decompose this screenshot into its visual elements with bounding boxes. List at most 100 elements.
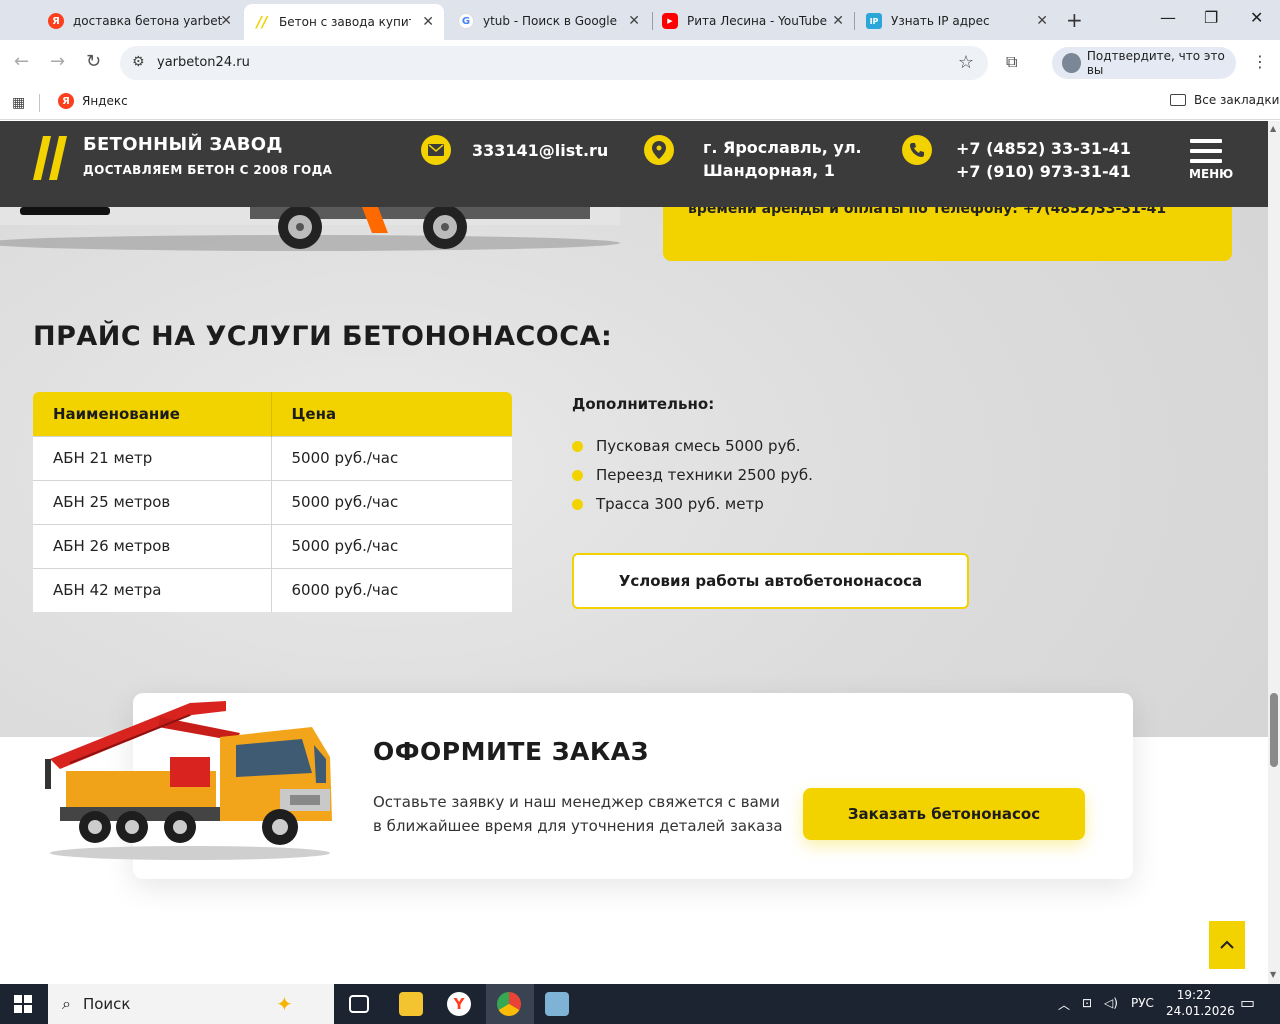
price-title: ПРАЙС НА УСЛУГИ БЕТОНОНАСОСА:: [33, 321, 613, 352]
chevron-up-icon: [1220, 940, 1234, 949]
table-row: АБН 25 метров 5000 руб./час: [33, 479, 512, 524]
tab-google-search[interactable]: G ytub - Поиск в Google ✕: [448, 6, 650, 36]
location-pin-icon: [644, 135, 674, 165]
scroll-to-top-button[interactable]: [1209, 921, 1245, 969]
column-header-price: Цена: [271, 392, 512, 436]
brand-title[interactable]: БЕТОННЫЙ ЗАВОД: [83, 134, 283, 155]
taskbar-search-placeholder: Поиск: [82, 995, 131, 1013]
search-icon: ⌕: [62, 994, 71, 1013]
scrollbar-thumb[interactable]: [1270, 693, 1278, 767]
table-row: АБН 26 метров 5000 руб./час: [33, 523, 512, 568]
tab-yandex-search[interactable]: Я доставка бетона yarbeton ✕: [38, 6, 242, 36]
tab-title: Узнать IP адрес: [891, 14, 990, 28]
bullet-dot-icon: [572, 499, 583, 510]
new-tab-plus-icon[interactable]: +: [1066, 8, 1083, 32]
cell-name: АБН 26 метров: [33, 523, 272, 568]
price-table: Наименование Цена АБН 21 метр 5000 руб./…: [33, 392, 512, 612]
all-bookmarks-button[interactable]: Все закладки: [1170, 93, 1279, 107]
list-item-text: Переезд техники 2500 руб.: [596, 466, 813, 484]
tab-ip-address[interactable]: IP Узнать IP адрес ✕: [856, 6, 1058, 36]
header-email[interactable]: 333141@list.ru: [472, 139, 608, 162]
column-header-name: Наименование: [33, 392, 272, 436]
page-scrollbar[interactable]: ▲ ▼: [1268, 121, 1280, 984]
notifications-icon[interactable]: ▭: [1240, 993, 1255, 1012]
bookmark-yandex[interactable]: Я Яндекс: [58, 93, 128, 109]
conditions-button[interactable]: Условия работы автобетононасоса: [572, 553, 969, 609]
extra-title: Дополнительно:: [572, 395, 715, 413]
restore-icon[interactable]: ❐: [1204, 8, 1218, 27]
header-phones: +7 (4852) 33-31-41 +7 (910) 973-31-41: [956, 137, 1131, 183]
more-menu-icon[interactable]: ⋮: [1252, 52, 1268, 71]
chrome-icon[interactable]: [497, 992, 521, 1016]
list-item: Трасса 300 руб. метр: [572, 495, 813, 524]
apps-grid-icon[interactable]: ▦: [12, 95, 25, 111]
table-row: АБН 21 метр 5000 руб./час: [33, 435, 512, 480]
close-icon[interactable]: ✕: [220, 13, 232, 29]
taskbar-search[interactable]: ⌕ Поиск ✦: [48, 984, 334, 1024]
browser-toolbar: ← → ↻ ⚙ yarbeton24.ru ☆ ⧉ Подтвердите, ч…: [0, 40, 1280, 86]
profile-verify-label: Подтвердите, что это вы: [1086, 49, 1225, 77]
scroll-down-arrow-icon[interactable]: ▼: [1270, 970, 1276, 979]
pump-truck-image: [45, 701, 332, 860]
volume-icon[interactable]: ◁): [1104, 996, 1118, 1010]
scroll-up-arrow-icon[interactable]: ▲: [1270, 124, 1276, 133]
yandex-icon: Я: [58, 93, 74, 109]
yandex-browser-icon[interactable]: Y: [447, 992, 471, 1016]
paint-icon[interactable]: [545, 992, 569, 1016]
close-icon[interactable]: ✕: [832, 13, 844, 29]
tab-youtube[interactable]: ▶ Рита Лесина - YouTube ✕: [652, 6, 854, 36]
close-icon[interactable]: ✕: [422, 14, 434, 30]
url-text: yarbeton24.ru: [157, 55, 250, 70]
tray-chevron-up-icon[interactable]: ︿: [1058, 996, 1070, 1013]
profile-verify-button[interactable]: Подтвердите, что это вы: [1052, 47, 1236, 79]
page-viewport: БЕТОННЫЙ ЗАВОД ДОСТАВЛЯЕМ БЕТОН С 2008 Г…: [0, 121, 1268, 984]
reload-icon[interactable]: ↻: [86, 51, 101, 72]
extensions-puzzle-icon[interactable]: ⧉: [1006, 52, 1017, 72]
copilot-sparkle-icon: ✦: [276, 992, 293, 1016]
cell-price: 5000 руб./час: [271, 523, 512, 568]
bookmark-star-icon[interactable]: ☆: [958, 52, 974, 73]
order-pump-button[interactable]: Заказать бетононасос: [803, 788, 1085, 840]
header-phone-2[interactable]: +7 (910) 973-31-41: [956, 160, 1131, 183]
tab-strip: Я доставка бетона yarbeton ✕ // Бетон с …: [0, 0, 1280, 40]
tab-title: Рита Лесина - YouTube: [687, 14, 827, 28]
window-close-icon[interactable]: ✕: [1250, 8, 1263, 27]
file-explorer-icon[interactable]: [399, 992, 423, 1016]
language-indicator[interactable]: РУС: [1131, 996, 1154, 1010]
address-bar[interactable]: ⚙ yarbeton24.ru ☆: [120, 46, 988, 80]
task-view-icon[interactable]: [349, 995, 369, 1013]
close-icon[interactable]: ✕: [1036, 13, 1048, 29]
order-title: ОФОРМИТЕ ЗАКАЗ: [373, 737, 649, 766]
bullet-dot-icon: [572, 441, 583, 452]
menu-button[interactable]: МЕНЮ: [1189, 139, 1233, 181]
truck-image: [0, 207, 620, 251]
bookmarks-separator: [39, 94, 40, 112]
close-icon[interactable]: ✕: [628, 13, 640, 29]
yandex-icon: Я: [48, 13, 64, 29]
bookmarks-bar: ▦ Я Яндекс Все закладки: [0, 86, 1280, 120]
logo-icon[interactable]: [33, 136, 69, 180]
cell-price: 5000 руб./час: [271, 435, 512, 480]
forward-arrow-icon[interactable]: →: [50, 51, 65, 72]
tab-yarbeton[interactable]: // Бетон с завода купить в ✕: [244, 4, 444, 40]
header-address: г. Ярославль, ул. Шандорная, 1: [703, 136, 862, 182]
windows-start-icon[interactable]: [14, 995, 32, 1013]
taskbar-clock[interactable]: 19:22 24.01.2026: [1166, 987, 1235, 1019]
cell-name: АБН 42 метра: [33, 567, 272, 612]
google-icon: G: [458, 13, 474, 29]
cell-price: 5000 руб./час: [271, 479, 512, 524]
email-icon: [421, 135, 451, 165]
minimize-icon[interactable]: —: [1160, 8, 1176, 27]
network-icon[interactable]: ⊡: [1082, 996, 1092, 1010]
ip-icon: IP: [866, 13, 882, 29]
order-text: Оставьте заявку и наш менеджер свяжется …: [373, 793, 783, 835]
site-info-icon[interactable]: ⚙: [132, 54, 145, 70]
cell-name: АБН 25 метров: [33, 479, 272, 524]
address-line-2: Шандорная, 1: [703, 161, 835, 180]
phone-icon: [902, 135, 932, 165]
list-item: Переезд техники 2500 руб.: [572, 466, 813, 495]
header-phone-1[interactable]: +7 (4852) 33-31-41: [956, 137, 1131, 160]
folder-icon: [1170, 94, 1186, 106]
cell-price: 6000 руб./час: [271, 567, 512, 612]
back-arrow-icon[interactable]: ←: [14, 51, 29, 72]
